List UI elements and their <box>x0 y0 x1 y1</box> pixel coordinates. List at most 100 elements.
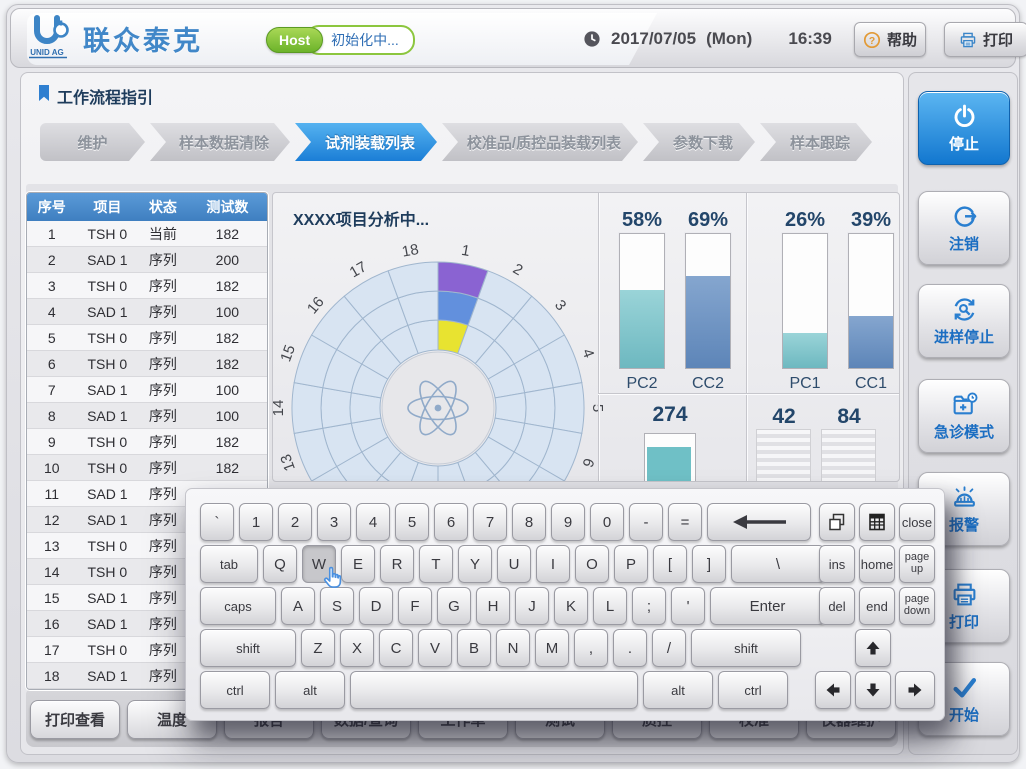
key-A[interactable]: A <box>281 587 315 625</box>
table-row[interactable]: 1TSH 0当前182 <box>27 221 267 247</box>
key-ctrl[interactable]: ctrl <box>718 671 788 709</box>
key-O[interactable]: O <box>575 545 609 583</box>
key-0[interactable]: 0 <box>590 503 624 541</box>
arrow-right-key[interactable] <box>895 671 935 709</box>
key-P[interactable]: P <box>614 545 648 583</box>
key-shift[interactable]: shift <box>200 629 296 667</box>
key-\[interactable]: \ <box>731 545 825 583</box>
key-K[interactable]: K <box>554 587 588 625</box>
key-8[interactable]: 8 <box>512 503 546 541</box>
sidebar-button-1[interactable]: 停止 <box>918 91 1010 165</box>
table-row[interactable]: 7SAD 1序列100 <box>27 377 267 403</box>
key-7[interactable]: 7 <box>473 503 507 541</box>
key--[interactable]: - <box>629 503 663 541</box>
key-3[interactable]: 3 <box>317 503 351 541</box>
workflow-tab-2[interactable]: 样本数据清除 <box>150 123 290 161</box>
arrow-left-key[interactable] <box>815 671 851 709</box>
key-alt[interactable]: alt <box>275 671 345 709</box>
key-I[interactable]: I <box>536 545 570 583</box>
workflow-tab-3[interactable]: 试剂装载列表 <box>295 123 437 161</box>
key-C[interactable]: C <box>379 629 413 667</box>
table-row[interactable]: 8SAD 1序列100 <box>27 403 267 429</box>
workflow-tab-4[interactable]: 校准品/质控品装载列表 <box>442 123 638 161</box>
key-S[interactable]: S <box>320 587 354 625</box>
table-cell: SAD 1 <box>77 663 138 688</box>
key-end[interactable]: end <box>859 587 895 625</box>
key-6[interactable]: 6 <box>434 503 468 541</box>
key-alt[interactable]: alt <box>643 671 713 709</box>
key-H[interactable]: H <box>476 587 510 625</box>
table-row[interactable]: 9TSH 0序列182 <box>27 429 267 455</box>
key-D[interactable]: D <box>359 587 393 625</box>
key-[[interactable]: [ <box>653 545 687 583</box>
key-J[interactable]: J <box>515 587 549 625</box>
bottom-nav-button-1[interactable]: 打印查看 <box>30 700 120 739</box>
arrow-up-key[interactable] <box>855 629 891 667</box>
table-cell: TSH 0 <box>77 637 138 662</box>
key-][interactable]: ] <box>692 545 726 583</box>
key-N[interactable]: N <box>496 629 530 667</box>
key-Z[interactable]: Z <box>301 629 335 667</box>
key-U[interactable]: U <box>497 545 531 583</box>
key-9[interactable]: 9 <box>551 503 585 541</box>
numpad-key[interactable] <box>859 503 895 541</box>
key-/[interactable]: / <box>652 629 686 667</box>
key-.[interactable]: . <box>613 629 647 667</box>
table-row[interactable]: 3TSH 0序列182 <box>27 273 267 299</box>
key-Y[interactable]: Y <box>458 545 492 583</box>
table-row[interactable]: 10TSH 0序列182 <box>27 455 267 481</box>
sidebar-button-2[interactable]: 注销 <box>918 191 1010 265</box>
key-M[interactable]: M <box>535 629 569 667</box>
key-W[interactable]: W <box>302 545 336 583</box>
key-page down[interactable]: page down <box>899 587 935 625</box>
tip-stack-right <box>821 429 876 482</box>
key-V[interactable]: V <box>418 629 452 667</box>
table-row[interactable]: 2SAD 1序列200 <box>27 247 267 273</box>
table-cell: SAD 1 <box>77 403 138 428</box>
keyboard-row-5: ctrlaltaltctrl <box>200 671 930 709</box>
key-'[interactable]: ' <box>671 587 705 625</box>
close-key[interactable]: close <box>899 503 935 541</box>
help-button[interactable]: ? 帮助 <box>854 22 926 57</box>
key-,[interactable]: , <box>574 629 608 667</box>
key-home[interactable]: home <box>859 545 895 583</box>
key-page up[interactable]: page up <box>899 545 935 583</box>
key-T[interactable]: T <box>419 545 453 583</box>
key-1[interactable]: 1 <box>239 503 273 541</box>
enter-key[interactable]: Enter <box>710 587 825 625</box>
key-ins[interactable]: ins <box>819 545 855 583</box>
table-row[interactable]: 4SAD 1序列100 <box>27 299 267 325</box>
key-4[interactable]: 4 <box>356 503 390 541</box>
table-row[interactable]: 5TSH 0序列182 <box>27 325 267 351</box>
arrow-down-key[interactable] <box>855 671 891 709</box>
key-;[interactable]: ; <box>632 587 666 625</box>
sidebar-button-4[interactable]: 急诊模式 <box>918 379 1010 453</box>
table-row[interactable]: 6TSH 0序列182 <box>27 351 267 377</box>
key-E[interactable]: E <box>341 545 375 583</box>
key-del[interactable]: del <box>819 587 855 625</box>
workflow-tab-5[interactable]: 参数下载 <box>643 123 755 161</box>
sidebar-button-3[interactable]: 进样停止 <box>918 284 1010 358</box>
key-Q[interactable]: Q <box>263 545 297 583</box>
print-button-top[interactable]: 打印 <box>944 22 1026 57</box>
key-2[interactable]: 2 <box>278 503 312 541</box>
table-cell: 序列 <box>138 403 188 428</box>
key-`[interactable]: ` <box>200 503 234 541</box>
key-shift[interactable]: shift <box>691 629 801 667</box>
workflow-tab-1[interactable]: 维护 <box>40 123 145 161</box>
key-G[interactable]: G <box>437 587 471 625</box>
key-R[interactable]: R <box>380 545 414 583</box>
key-=[interactable]: = <box>668 503 702 541</box>
workflow-tab-6[interactable]: 样本跟踪 <box>760 123 872 161</box>
key-B[interactable]: B <box>457 629 491 667</box>
copy-key[interactable] <box>819 503 855 541</box>
key-L[interactable]: L <box>593 587 627 625</box>
key-tab[interactable]: tab <box>200 545 258 583</box>
key-X[interactable]: X <box>340 629 374 667</box>
key-ctrl[interactable]: ctrl <box>200 671 270 709</box>
key-F[interactable]: F <box>398 587 432 625</box>
key-caps[interactable]: caps <box>200 587 276 625</box>
key-5[interactable]: 5 <box>395 503 429 541</box>
backspace-key[interactable] <box>707 503 811 541</box>
space-key[interactable] <box>350 671 638 709</box>
